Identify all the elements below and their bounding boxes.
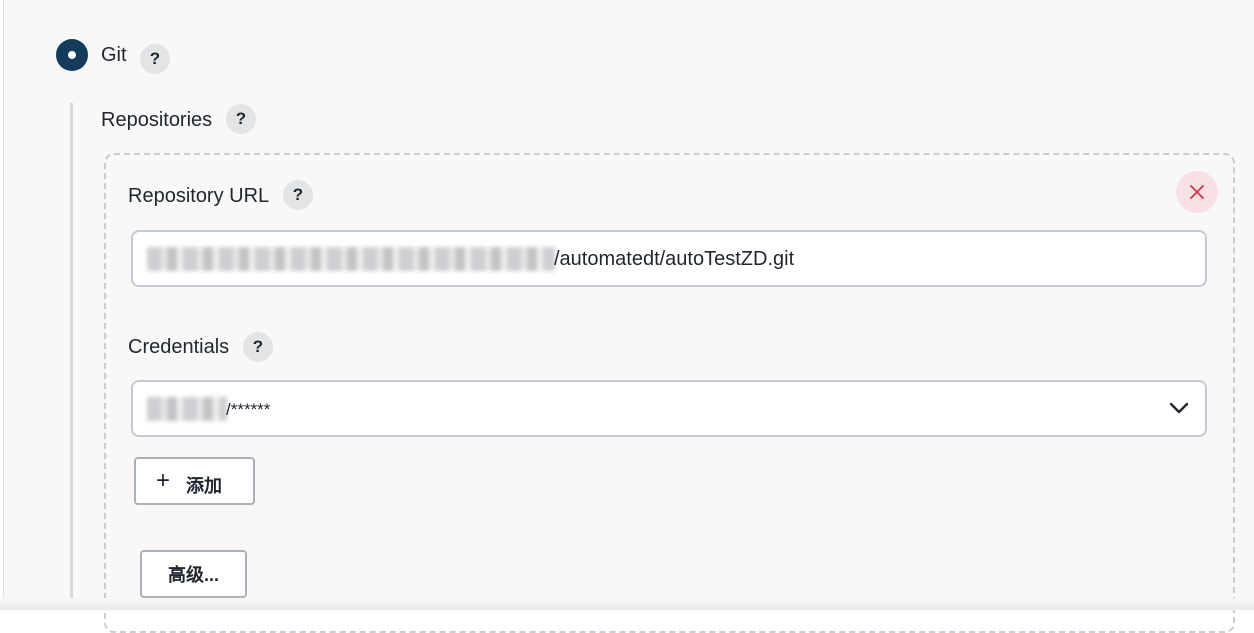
redacted-credential-user — [147, 397, 227, 421]
chevron-down-icon — [1169, 402, 1189, 414]
repository-url-input[interactable]: /automatedt/autoTestZD.git — [131, 230, 1207, 287]
redacted-url-prefix — [147, 247, 555, 271]
repository-url-help-icon[interactable]: ? — [283, 180, 313, 210]
plus-icon: + — [156, 467, 171, 494]
close-icon — [1190, 185, 1204, 199]
git-help-icon[interactable]: ? — [140, 44, 170, 74]
credentials-label: Credentials — [128, 336, 230, 358]
repository-url-value: /automatedt/autoTestZD.git — [554, 248, 795, 270]
git-radio-button[interactable] — [56, 39, 88, 71]
scm-config-panel: Git ? Repositories ? Repository URL ? /a… — [3, 0, 1254, 633]
add-credentials-label: 添加 — [186, 476, 222, 496]
advanced-button-label: 高级... — [167, 565, 219, 585]
remove-repository-button[interactable] — [1176, 171, 1218, 213]
radio-selected-dot — [68, 51, 76, 59]
repositories-help-icon[interactable]: ? — [226, 104, 256, 134]
repositories-label: Repositories — [101, 109, 213, 131]
credentials-help-icon[interactable]: ? — [243, 332, 273, 362]
scroll-fade — [0, 598, 1254, 610]
add-credentials-button[interactable]: + 添加 — [134, 457, 255, 505]
credentials-selected-value: /****** — [226, 400, 271, 419]
advanced-button[interactable]: 高级... — [140, 550, 247, 598]
section-indent-line — [70, 103, 73, 610]
git-option-label[interactable]: Git — [101, 44, 127, 67]
repository-url-label: Repository URL — [128, 185, 270, 207]
credentials-select[interactable]: /****** — [131, 380, 1207, 437]
